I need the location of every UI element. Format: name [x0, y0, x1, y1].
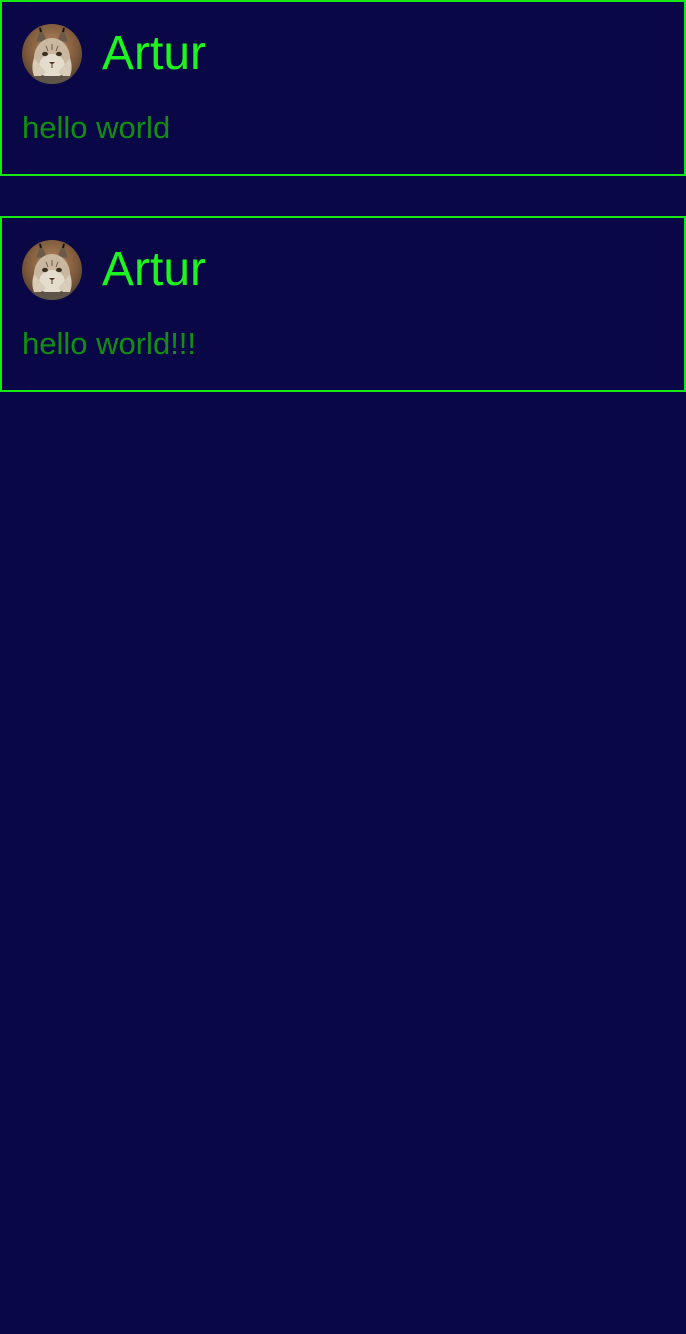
avatar[interactable]	[22, 24, 82, 84]
post-header: Artur	[22, 24, 206, 84]
post-text: hello world	[22, 110, 171, 145]
post-header: Artur	[22, 240, 206, 300]
post-author[interactable]: Artur	[102, 240, 206, 300]
lynx-avatar-icon	[22, 24, 82, 84]
lynx-avatar-icon	[22, 240, 82, 300]
post-card[interactable]: Artur hello world	[0, 0, 686, 176]
post-text: hello world!!!	[22, 326, 197, 361]
avatar[interactable]	[22, 240, 82, 300]
post-card[interactable]: Artur hello world!!!	[0, 216, 686, 392]
post-feed: Artur hello world Artur hello world!!!	[0, 0, 686, 432]
post-author[interactable]: Artur	[102, 24, 206, 84]
